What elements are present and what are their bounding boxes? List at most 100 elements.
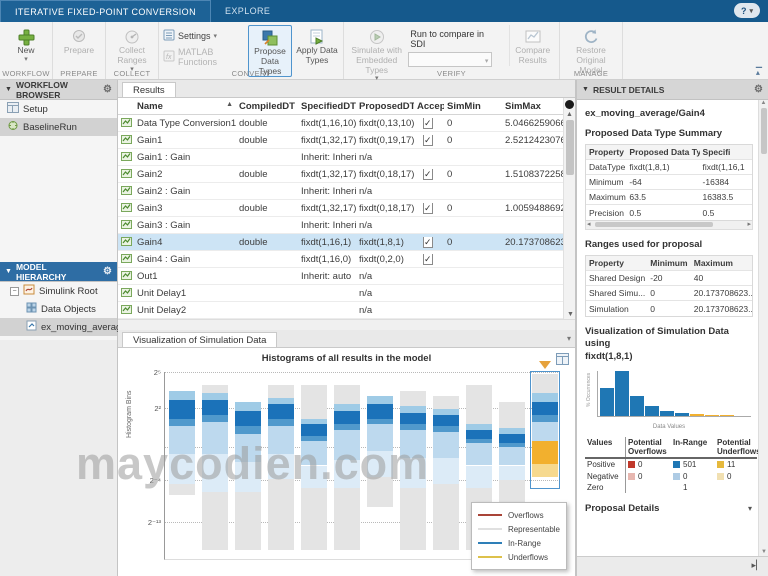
table-row[interactable]: Unit Delay1n/a bbox=[118, 285, 575, 302]
table-row: Maximum63.516383.5 bbox=[586, 190, 752, 205]
workflow-item-setup[interactable]: Setup bbox=[0, 100, 117, 118]
matlab-functions-button[interactable]: fx MATLAB Functions bbox=[163, 47, 245, 67]
col-compileddt[interactable]: CompiledDT bbox=[236, 101, 298, 112]
gear-icon[interactable]: ⚙ bbox=[103, 266, 112, 277]
details-vertical-scrollbar[interactable]: ▲ ▼ bbox=[758, 100, 768, 556]
tree-item-ex-moving-average[interactable]: ex_moving_average* bbox=[0, 318, 117, 336]
summary-horizontal-scrollbar[interactable]: ◂▸ bbox=[585, 221, 753, 230]
scrollbar-thumb[interactable] bbox=[761, 108, 767, 154]
result-details-header[interactable]: ▼ RESULT DETAILS ⚙ bbox=[577, 80, 768, 100]
table-row[interactable]: Data Type Conversion1doublefixdt(1,16,10… bbox=[118, 115, 575, 132]
model-hierarchy-header[interactable]: ▼ MODEL HIERARCHY ⚙ bbox=[0, 262, 117, 282]
histogram-bar[interactable] bbox=[268, 372, 294, 559]
proposed-summary-table: Property Proposed Data Type Specifi Data… bbox=[585, 144, 753, 221]
collect-ranges-icon bbox=[124, 27, 140, 46]
tab-results[interactable]: Results bbox=[122, 82, 176, 97]
histogram-bar[interactable] bbox=[433, 372, 459, 559]
bar-segment-mid bbox=[235, 426, 261, 433]
table-row[interactable]: Gain3 : GainInherit: Inherit ...n/a bbox=[118, 217, 575, 234]
table-row[interactable]: Unit Delay2n/a bbox=[118, 302, 575, 319]
group-verify: Simulate with Embedded Types▾ Run to com… bbox=[344, 22, 560, 79]
accept-checkbox[interactable]: ✓ bbox=[423, 135, 433, 146]
col-simmin[interactable]: SimMin bbox=[444, 101, 502, 112]
restore-original-model-button[interactable]: Restore Original Model bbox=[564, 25, 618, 75]
cell-accept: ✓ bbox=[414, 203, 444, 214]
col-specifieddt[interactable]: SpecifiedDT bbox=[298, 101, 356, 112]
collect-ranges-button[interactable]: Collect Ranges▾ bbox=[110, 25, 154, 74]
panel-menu-icon[interactable]: ▾ bbox=[567, 334, 571, 343]
histogram-bar[interactable] bbox=[367, 372, 393, 559]
bar-segment-dark bbox=[301, 424, 327, 435]
table-row[interactable]: Gain4 : Gainfixdt(1,16,0)fixdt(0,2,0)✓ bbox=[118, 251, 575, 268]
table-row[interactable]: Gain1doublefixdt(1,32,17)fixdt(0,19,17)✓… bbox=[118, 132, 575, 149]
table-row: Simulation020.173708623... bbox=[586, 301, 752, 316]
gear-icon[interactable]: ⚙ bbox=[103, 84, 112, 95]
table-row: Shared Simu...020.173708623... bbox=[586, 286, 752, 301]
gear-icon[interactable]: ⚙ bbox=[754, 84, 763, 95]
histogram-bar[interactable] bbox=[202, 372, 228, 559]
expand-panel-icon[interactable]: ▸▏ bbox=[752, 560, 763, 571]
minimize-toolstrip-icon[interactable]: ▁▴ bbox=[756, 59, 762, 77]
tab-visualization[interactable]: Visualization of Simulation Data bbox=[122, 332, 277, 347]
scroll-down-icon[interactable]: ▼ bbox=[567, 311, 574, 318]
scroll-up-icon[interactable]: ▲ bbox=[564, 111, 575, 118]
cell-compiled: double bbox=[236, 169, 298, 180]
collapse-triangle-icon: ▼ bbox=[582, 86, 589, 93]
new-button[interactable]: New▾ bbox=[4, 25, 48, 64]
table-row[interactable]: Gain1 : GainInherit: Inherit ...n/a bbox=[118, 149, 575, 166]
sdi-run-combobox[interactable]: ▾ bbox=[408, 52, 492, 67]
scroll-up-icon[interactable]: ▲ bbox=[759, 100, 768, 106]
results-vertical-scrollbar[interactable]: ▲ ▼ bbox=[563, 98, 575, 319]
bar-segment-fade bbox=[235, 434, 261, 462]
scroll-down-icon[interactable]: ▼ bbox=[761, 549, 767, 555]
cell-specified: fixdt(1,32,17) bbox=[298, 169, 356, 180]
histogram-bar[interactable] bbox=[400, 372, 426, 559]
column-options-icon[interactable] bbox=[565, 100, 574, 109]
viz-section-title: Visualization of Simulation Data using bbox=[585, 326, 729, 349]
prepare-button[interactable]: Prepare bbox=[57, 25, 101, 56]
accept-checkbox[interactable]: ✓ bbox=[423, 203, 433, 214]
y-tick-label: 2⁵ bbox=[139, 368, 161, 377]
matlab-functions-icon: fx bbox=[163, 50, 175, 64]
accept-checkbox[interactable]: ✓ bbox=[423, 237, 433, 248]
table-row[interactable]: Gain3doublefixdt(1,32,17)fixdt(0,18,17)✓… bbox=[118, 200, 575, 217]
cell-proposed: n/a bbox=[356, 220, 414, 231]
histogram-bar[interactable] bbox=[169, 372, 195, 559]
compare-results-button[interactable]: Compare Results bbox=[509, 25, 555, 66]
table-row[interactable]: Gain4doublefixdt(1,16,1)fixdt(1,8,1)✓020… bbox=[118, 234, 575, 251]
apply-data-types-button[interactable]: Apply Data Types bbox=[295, 25, 339, 66]
table-row[interactable]: Out1Inherit: auton/a bbox=[118, 268, 575, 285]
result-signal-icon bbox=[118, 269, 134, 283]
table-row[interactable]: Gain2 : GainInherit: Inherit ...n/a bbox=[118, 183, 575, 200]
results-table-header[interactable]: Name▲ CompiledDT SpecifiedDT ProposedDT … bbox=[118, 98, 575, 115]
propose-data-types-icon bbox=[261, 28, 279, 47]
tree-item-data-objects[interactable]: Data Objects bbox=[0, 300, 117, 318]
settings-button[interactable]: Settings▾ bbox=[163, 29, 245, 43]
col-name[interactable]: Name▲ bbox=[134, 101, 236, 112]
help-button[interactable]: ?▾ bbox=[734, 3, 760, 18]
scrollbar-thumb[interactable] bbox=[566, 120, 574, 175]
histogram-bar[interactable] bbox=[235, 372, 261, 559]
tab-explore[interactable]: EXPLORE bbox=[211, 0, 284, 22]
accept-checkbox[interactable]: ✓ bbox=[423, 169, 433, 180]
workflow-item-baselinerun[interactable]: BaselineRun bbox=[0, 118, 117, 136]
histogram-bar[interactable] bbox=[334, 372, 360, 559]
bar-segment-pale bbox=[466, 466, 492, 488]
accept-checkbox[interactable]: ✓ bbox=[423, 254, 433, 265]
results-hscrollbar-area[interactable] bbox=[118, 319, 575, 330]
selected-result-marker-icon[interactable] bbox=[539, 361, 551, 369]
col-proposeddt[interactable]: ProposedDT bbox=[356, 101, 414, 112]
tree-item-simulink-root[interactable]: − Simulink Root bbox=[0, 282, 117, 300]
open-in-figure-icon[interactable] bbox=[556, 352, 569, 370]
simulate-embedded-icon bbox=[369, 27, 385, 46]
accept-checkbox[interactable]: ✓ bbox=[423, 118, 433, 129]
collapse-section-icon[interactable]: ▾ bbox=[748, 504, 752, 513]
tab-iterative-fixed-point-conversion[interactable]: ITERATIVE FIXED-POINT CONVERSION bbox=[0, 0, 211, 22]
histogram-bar[interactable] bbox=[301, 372, 327, 559]
collapse-expander-icon[interactable]: − bbox=[10, 287, 19, 296]
col-accept[interactable]: Accept bbox=[414, 101, 444, 112]
table-row[interactable]: Gain2doublefixdt(1,32,17)fixdt(0,18,17)✓… bbox=[118, 166, 575, 183]
scrollbar-thumb[interactable] bbox=[595, 222, 713, 227]
workflow-browser-header[interactable]: ▼ WORKFLOW BROWSER ⚙ bbox=[0, 80, 117, 100]
col-simmax[interactable]: SimMax bbox=[502, 101, 564, 112]
